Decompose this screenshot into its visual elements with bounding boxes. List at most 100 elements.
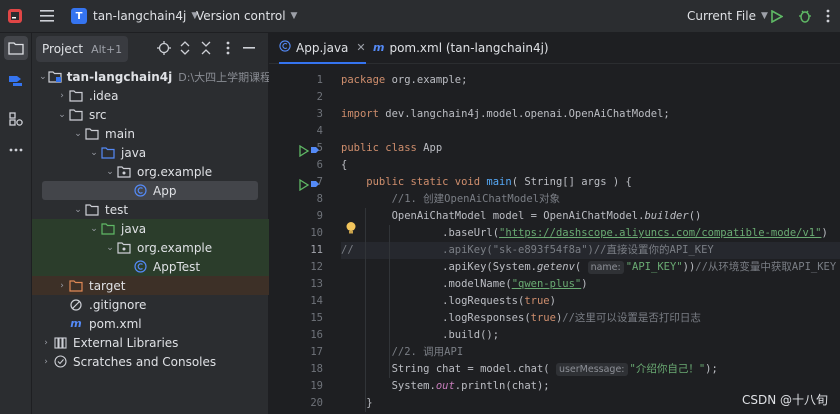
more-tools-icon[interactable] — [4, 138, 28, 162]
tab-pom-xml[interactable]: m pom.xml (tan-langchain4j) — [373, 33, 549, 62]
line-number: 3 — [316, 108, 323, 120]
chevron-down-icon: ▼ — [760, 11, 768, 21]
line-number: 11 — [310, 244, 323, 256]
tree-item-label: External Libraries — [73, 335, 179, 350]
chevron-down-icon: ⌄ — [39, 71, 47, 82]
tree-item-label: .gitignore — [89, 297, 147, 312]
chevron-right-icon: › — [60, 280, 64, 291]
code-line: .logResponses(true)//这里可以设置是否打印日志 — [341, 312, 701, 324]
project-selector[interactable]: T tan-langchain4j ▼ — [71, 0, 198, 32]
tree-item-test[interactable]: ⌄ test — [32, 200, 308, 219]
close-icon[interactable]: ✕ — [356, 41, 365, 54]
tree-item-idea[interactable]: › .idea — [32, 86, 292, 105]
tree-item-gitignore[interactable]: .gitignore — [32, 295, 304, 314]
tree-item-pom[interactable]: m pom.xml — [32, 314, 304, 333]
tree-item-label: java — [121, 145, 147, 160]
excluded-folder-icon — [68, 279, 84, 293]
tree-item-label: target — [89, 278, 126, 293]
tree-item-label: org.example — [137, 240, 213, 255]
main-menu-icon[interactable] — [40, 0, 54, 32]
line-number: 14 — [310, 295, 323, 307]
version-control-label: Version control — [196, 9, 286, 23]
tree-item-label: .idea — [89, 88, 119, 103]
expand-all-icon[interactable] — [176, 39, 194, 57]
chevron-down-icon: ▼ — [290, 11, 298, 21]
tree-item-app[interactable]: App — [42, 181, 258, 200]
tool-window-strip — [0, 33, 32, 414]
chevron-down-icon: ⌄ — [106, 242, 114, 253]
package-icon — [116, 241, 132, 255]
line-number: 2 — [316, 91, 323, 103]
folder-icon — [68, 89, 84, 103]
chevron-down-icon: ⌄ — [106, 166, 114, 177]
lightbulb-icon[interactable] — [345, 220, 357, 239]
chevron-down-icon: ⌄ — [90, 147, 98, 158]
structure-tool-icon[interactable] — [4, 69, 28, 93]
tree-item-label: App — [153, 183, 177, 198]
run-configuration-selector[interactable]: Current File ▼ — [687, 0, 768, 32]
tree-item-label: src — [89, 107, 107, 122]
tree-item-external-libraries[interactable]: › External Libraries — [32, 333, 276, 352]
options-icon[interactable] — [219, 39, 237, 57]
version-control-menu[interactable]: Version control ▼ — [196, 0, 297, 32]
code-line: .build(); — [341, 329, 500, 341]
editor-area: App.java ✕ m pom.xml (tan-langchain4j) 1… — [269, 33, 840, 414]
gitignore-icon — [68, 298, 84, 312]
tree-item-label: tan-langchain4j — [66, 69, 173, 84]
tree-item-label: main — [105, 126, 135, 141]
maven-icon: m — [70, 317, 82, 330]
project-panel-title: Project — [42, 42, 84, 56]
editor-tab-bar: App.java ✕ m pom.xml (tan-langchain4j) — [269, 33, 840, 64]
debug-icon[interactable] — [798, 0, 812, 32]
parameter-hint: name: — [587, 261, 624, 274]
tree-item-scratches[interactable]: › Scratches and Consoles — [32, 352, 276, 371]
hide-panel-icon[interactable] — [240, 39, 258, 57]
editor-gutter: 1 2 3 4 5 6 7 8 9 10 11 12 13 14 15 16 1… — [269, 64, 339, 414]
run-main-icon[interactable] — [299, 176, 321, 195]
line-number: 20 — [310, 397, 323, 409]
tab-app-java[interactable]: App.java ✕ — [279, 33, 366, 64]
chevron-right-icon: › — [60, 90, 64, 101]
code-line: import dev.langchain4j.model.openai.Open… — [341, 108, 670, 120]
code-line: //1. 创建OpenAiChatModel对象 — [341, 193, 561, 205]
title-bar: T tan-langchain4j ▼ Version control ▼ Cu… — [0, 0, 840, 33]
package-icon — [116, 165, 132, 179]
line-number: 16 — [310, 329, 323, 341]
code-line: .baseUrl("https://dashscope.aliyuncs.com… — [341, 227, 828, 239]
app-logo-icon — [8, 0, 22, 32]
project-panel-tab[interactable]: Project Alt+1 — [36, 36, 129, 62]
chevron-right-icon: › — [44, 337, 48, 348]
line-number: 12 — [310, 261, 323, 273]
chevron-right-icon: › — [44, 356, 48, 367]
run-class-icon[interactable] — [299, 142, 321, 161]
code-line: //2. 调用API — [341, 346, 464, 358]
more-actions-icon[interactable] — [826, 0, 830, 32]
tree-item-label: java — [121, 221, 147, 236]
project-name: tan-langchain4j — [93, 9, 187, 23]
tree-item-target[interactable]: › target — [32, 276, 292, 295]
tree-item-label: AppTest — [153, 259, 201, 274]
tree-item-path: D:\大四上学期课程\软件 — [178, 70, 274, 84]
folder-icon — [84, 127, 100, 141]
java-class-icon — [132, 184, 148, 198]
code-line: .modelName("qwen-plus") — [341, 278, 588, 290]
locate-file-icon[interactable] — [155, 39, 173, 57]
code-line: .logRequests(true) — [341, 295, 556, 307]
parameter-hint: userMessage: — [555, 363, 628, 376]
chevron-down-icon: ⌄ — [58, 109, 66, 120]
tree-item-src[interactable]: ⌄ src — [32, 105, 292, 124]
folder-icon — [68, 108, 84, 122]
code-line: package org.example; — [341, 74, 468, 86]
code-area[interactable]: package org.example; import dev.langchai… — [341, 64, 840, 414]
plugins-tool-icon[interactable] — [4, 107, 28, 131]
run-icon[interactable] — [771, 0, 783, 32]
maven-icon: m — [373, 41, 385, 54]
test-source-folder-icon — [100, 222, 116, 236]
code-line: // .apiKey("sk-e893f54f8a")//直接设置你的API_K… — [341, 244, 714, 256]
tab-label: pom.xml (tan-langchain4j) — [389, 40, 549, 55]
tree-item-main[interactable]: ⌄ main — [32, 124, 308, 143]
collapse-all-icon[interactable] — [197, 39, 215, 57]
project-tool-icon[interactable] — [4, 36, 28, 60]
chevron-down-icon: ⌄ — [74, 204, 82, 215]
tree-item-project-root[interactable]: ⌄ tan-langchain4j D:\大四上学期课程\软件 — [32, 67, 274, 86]
